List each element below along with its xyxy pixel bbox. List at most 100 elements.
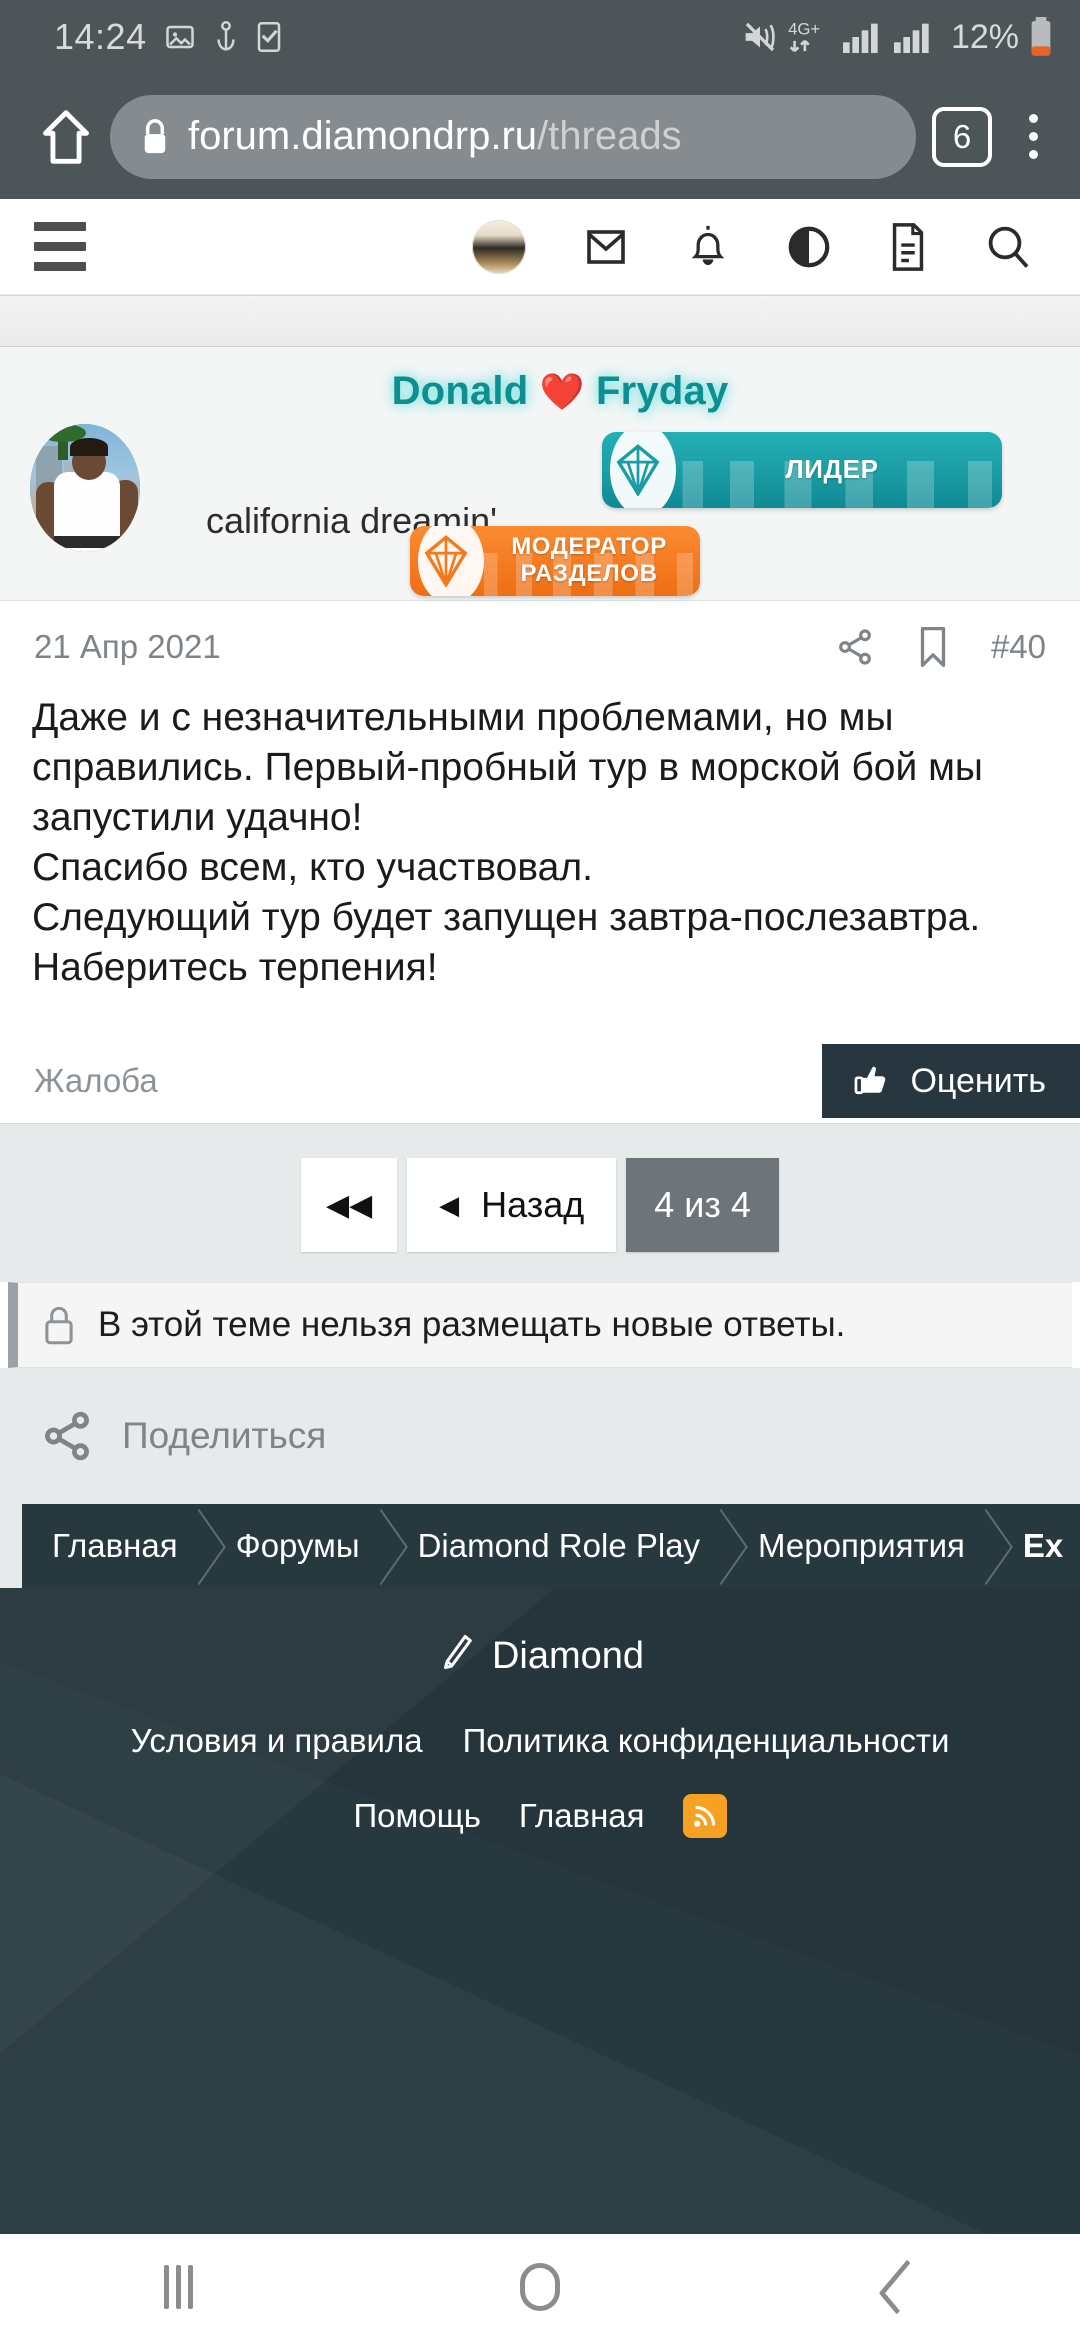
- breadcrumb-item-forums[interactable]: Форумы: [206, 1504, 388, 1588]
- post-paragraph: Следующий тур будет запущен завтра-после…: [32, 896, 981, 989]
- data-transfer-icon: 4G+: [788, 19, 820, 53]
- battery-icon: [1031, 17, 1051, 56]
- dark-mode-toggle-icon[interactable]: [786, 224, 832, 270]
- username-prefix: Donald: [391, 369, 529, 413]
- rss-icon[interactable]: [682, 1794, 727, 1838]
- badge-moderator-line1: МОДЕРАТОР: [511, 533, 667, 561]
- bookmark-icon[interactable]: [917, 626, 949, 668]
- footer-brand-label: Diamond: [491, 1634, 645, 1677]
- battery-percent-label: 12%: [950, 17, 1019, 56]
- status-bar-right: 4G+ 12%: [743, 17, 1052, 57]
- svg-text:4G+: 4G+: [788, 19, 820, 38]
- checkbox-icon: [257, 22, 280, 52]
- url-path: /threads: [537, 114, 682, 158]
- browser-url-bar[interactable]: forum.diamondrp.ru/threads: [110, 94, 916, 179]
- browser-toolbar: forum.diamondrp.ru/threads 6: [0, 74, 1080, 199]
- breadcrumb-item-current[interactable]: Ex: [993, 1504, 1080, 1588]
- pagination-first-page-button[interactable]: ◀◀: [301, 1158, 398, 1252]
- footer-links-row-2: Помощь Главная: [0, 1794, 1080, 1838]
- phone-screen: 14:24 4G+ 12% forum.diamondrp.ru/threads…: [0, 0, 1080, 2340]
- mute-icon: [745, 22, 775, 52]
- pagination-prev-button[interactable]: ◀ Назад: [407, 1158, 617, 1252]
- forum-header-nav: [0, 199, 1080, 295]
- home-icon: [43, 109, 89, 164]
- status-clock: 14:24: [54, 16, 147, 57]
- search-icon[interactable]: [984, 223, 1032, 271]
- heart-emoji: ❤️: [539, 371, 585, 412]
- badge-moderator-line2: РАЗДЕЛОВ: [520, 560, 658, 587]
- badge-moderator-label: МОДЕРАТОР РАЗДЕЛОВ: [482, 533, 700, 588]
- footer-link-privacy[interactable]: Политика конфиденциальности: [463, 1722, 950, 1760]
- inbox-icon[interactable]: [582, 223, 630, 271]
- more-vertical-icon: [1028, 114, 1038, 123]
- badge-leader: ЛИДЕР: [602, 432, 1002, 508]
- report-link[interactable]: Жалоба: [34, 1062, 158, 1100]
- android-status-bar: 14:24 4G+ 12%: [0, 0, 1080, 74]
- footer-link-terms[interactable]: Условия и правила: [131, 1722, 423, 1760]
- signal-bars-icon: [893, 23, 929, 53]
- breadcrumb-item-home[interactable]: Главная: [22, 1504, 206, 1588]
- android-navigation-bar: [0, 2234, 1080, 2340]
- breadcrumb-item-diamond-role-play[interactable]: Diamond Role Play: [388, 1504, 728, 1588]
- home-icon[interactable]: [520, 2263, 561, 2311]
- double-left-arrow-icon: ◀◀: [326, 1188, 373, 1222]
- share-label: Поделиться: [122, 1415, 327, 1456]
- diamond-icon: [424, 535, 468, 587]
- page-divider-strip: [0, 295, 1080, 347]
- recents-icon[interactable]: [163, 2265, 193, 2309]
- thread-locked-notice: В этой теме нельзя размещать новые ответ…: [8, 1282, 1072, 1368]
- pagination-prev-label: Назад: [481, 1184, 585, 1225]
- diamond-icon: [616, 444, 660, 496]
- status-bar-left: 14:24: [54, 16, 281, 58]
- post-author-username[interactable]: Donald ❤️ Fryday: [0, 369, 1080, 414]
- post-actions-row: Жалоба Оценить: [0, 993, 1080, 1123]
- share-row[interactable]: Поделиться: [0, 1368, 1080, 1504]
- web-page-content: Donald ❤️ Fryday california dreamin' ЛИД…: [0, 199, 1080, 2234]
- signal-bars-icon: [842, 23, 878, 53]
- post-number[interactable]: #40: [991, 628, 1046, 666]
- breadcrumb: Главная Форумы Diamond Role Play Меропри…: [22, 1504, 1080, 1588]
- username-suffix: Fryday: [596, 369, 729, 413]
- back-icon[interactable]: [878, 2259, 926, 2315]
- lock-icon: [144, 118, 166, 153]
- browser-home-button[interactable]: [22, 109, 110, 165]
- user-avatar[interactable]: [472, 219, 526, 274]
- breadcrumb-container: Главная Форумы Diamond Role Play Меропри…: [0, 1504, 1080, 1588]
- url-host: forum.diamondrp.ru: [188, 114, 538, 158]
- browser-menu-button[interactable]: [1010, 102, 1056, 172]
- post-author-block: Donald ❤️ Fryday california dreamin' ЛИД…: [0, 347, 1080, 601]
- hamburger-menu-icon[interactable]: [28, 222, 94, 271]
- post-meta-icons: #40: [835, 626, 1046, 668]
- post-body: Даже и с незначительными проблемами, но …: [0, 693, 1080, 993]
- footer-link-help[interactable]: Помощь: [353, 1797, 480, 1835]
- page-icon[interactable]: [888, 222, 928, 272]
- post-date[interactable]: 21 Апр 2021: [34, 628, 221, 666]
- pagination: ◀◀ ◀ Назад 4 из 4: [0, 1123, 1080, 1282]
- pagination-current-page[interactable]: 4 из 4: [626, 1158, 779, 1252]
- brush-icon: [443, 1635, 472, 1670]
- footer-link-home[interactable]: Главная: [519, 1797, 645, 1835]
- forum-nav-icons: [472, 219, 1036, 274]
- anchor-icon: [216, 21, 235, 51]
- tab-counter-button[interactable]: 6: [932, 106, 992, 167]
- share-icon[interactable]: [835, 627, 875, 667]
- post-meta-row: 21 Апр 2021 #40: [0, 601, 1080, 693]
- site-footer: Diamond Условия и правила Политика конфи…: [0, 1588, 1080, 2234]
- image-icon: [165, 25, 194, 49]
- footer-links-row-1: Условия и правила Политика конфиденциаль…: [0, 1722, 1080, 1760]
- breadcrumb-item-events[interactable]: Мероприятия: [728, 1504, 993, 1588]
- share-icon: [45, 1411, 89, 1461]
- post-paragraph: Спасибо всем, кто участвовал.: [32, 846, 593, 889]
- badge-moderator: МОДЕРАТОР РАЗДЕЛОВ: [410, 526, 700, 596]
- thumbs-up-icon: [855, 1066, 886, 1095]
- post-paragraph: Даже и с незначительными проблемами, но …: [32, 696, 983, 839]
- badge-leader-label: ЛИДЕР: [785, 454, 879, 485]
- thread-locked-text: В этой теме нельзя размещать новые ответ…: [98, 1305, 846, 1344]
- bell-icon[interactable]: [686, 222, 730, 272]
- left-arrow-icon: ◀: [439, 1189, 460, 1220]
- footer-brand[interactable]: Diamond: [0, 1634, 1080, 1678]
- author-avatar[interactable]: [30, 424, 140, 552]
- rate-button-label: Оценить: [910, 1061, 1046, 1100]
- lock-icon: [45, 1306, 73, 1345]
- rate-button[interactable]: Оценить: [822, 1044, 1080, 1118]
